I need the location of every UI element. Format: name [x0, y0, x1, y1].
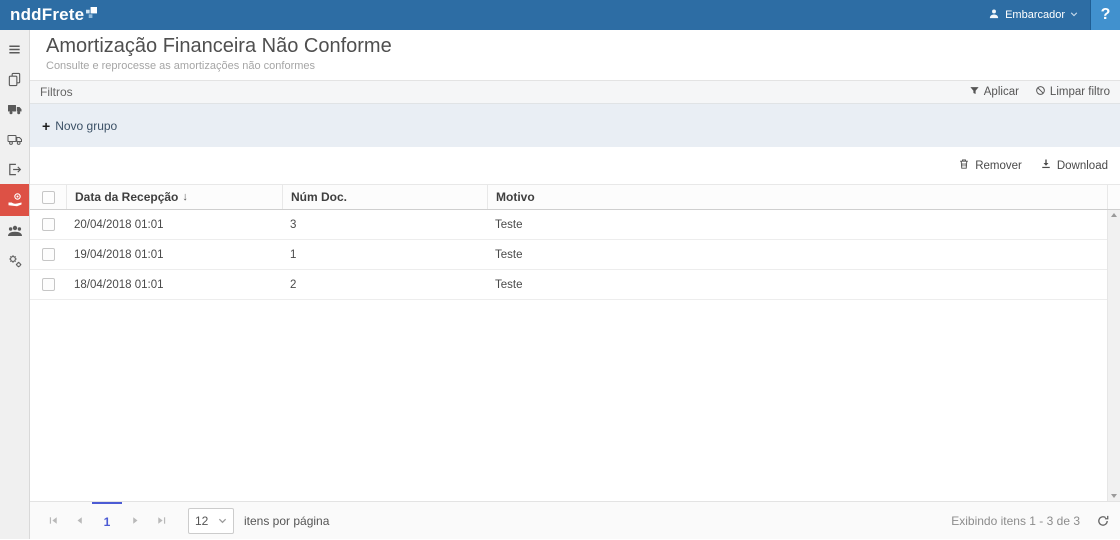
plus-icon: + — [42, 119, 50, 133]
row-checkbox[interactable] — [42, 278, 55, 291]
menu-icon — [7, 42, 22, 57]
column-header-num-doc[interactable]: Núm Doc. — [282, 185, 487, 209]
remove-button[interactable]: Remover — [958, 158, 1022, 173]
apply-filter-label: Aplicar — [984, 86, 1019, 98]
cell-num-doc: 2 — [282, 270, 487, 299]
sidebar-item-users[interactable] — [0, 216, 29, 246]
column-label: Núm Doc. — [291, 190, 347, 204]
refresh-button[interactable] — [1096, 514, 1110, 528]
sidebar-item-amortizacao[interactable] — [0, 184, 29, 216]
download-label: Download — [1057, 160, 1108, 172]
cell-data-recepcao: 19/04/2018 01:01 — [66, 240, 282, 269]
table-header-row: Data da Recepção ↓ Núm Doc. Motivo — [30, 184, 1120, 210]
filters-body: + Novo grupo — [30, 104, 1120, 147]
vertical-scrollbar[interactable] — [1107, 210, 1120, 501]
users-icon — [7, 223, 23, 239]
select-all-checkbox-cell — [30, 185, 66, 209]
page-header: Amortização Financeira Não Conforme Cons… — [30, 30, 1120, 80]
gears-icon — [7, 253, 23, 269]
user-menu-label: Embarcador — [1005, 9, 1065, 21]
sidebar-item-menu[interactable] — [0, 34, 29, 64]
sign-out-icon — [7, 162, 22, 177]
clear-filter-button[interactable]: Limpar filtro — [1035, 85, 1110, 99]
apply-filter-button[interactable]: Aplicar — [969, 85, 1019, 99]
chevron-down-icon — [218, 514, 227, 528]
trash-icon — [958, 158, 970, 173]
column-label: Data da Recepção — [75, 190, 178, 204]
clear-filter-label: Limpar filtro — [1050, 86, 1110, 98]
cell-motivo: Teste — [487, 270, 1107, 299]
sort-desc-icon: ↓ — [182, 191, 188, 203]
previous-page-button[interactable] — [66, 502, 92, 540]
column-header-data-recepcao[interactable]: Data da Recepção ↓ — [66, 185, 282, 209]
first-page-button[interactable] — [40, 502, 66, 540]
remove-label: Remover — [975, 160, 1022, 172]
select-all-checkbox[interactable] — [42, 191, 55, 204]
app-logo: nddFrete — [0, 2, 97, 28]
filters-header: Filtros Aplicar Limpar filtro — [30, 81, 1120, 104]
column-label: Motivo — [496, 190, 535, 204]
top-navbar: nddFrete Embarcador ? — [0, 0, 1120, 30]
items-per-page-label: itens por página — [244, 514, 329, 528]
app-logo-text: nddFrete — [10, 2, 84, 28]
next-page-button[interactable] — [122, 502, 148, 540]
page-size-value: 12 — [195, 514, 208, 528]
main-content: Amortização Financeira Não Conforme Cons… — [30, 30, 1120, 539]
sidebar-item-settings[interactable] — [0, 246, 29, 276]
row-checkbox[interactable] — [42, 248, 55, 261]
help-label: ? — [1101, 6, 1111, 24]
scroll-up-arrow-icon[interactable] — [1111, 213, 1117, 217]
scroll-down-arrow-icon[interactable] — [1111, 494, 1117, 498]
user-menu-button[interactable]: Embarcador — [976, 0, 1090, 30]
cell-data-recepcao: 20/04/2018 01:01 — [66, 210, 282, 239]
pager-status: Exibindo itens 1 - 3 de 3 — [951, 514, 1080, 528]
filters-panel: Filtros Aplicar Limpar filtro + Novo gru… — [30, 80, 1120, 147]
sidebar-item-export[interactable] — [0, 154, 29, 184]
cell-motivo: Teste — [487, 210, 1107, 239]
chevron-down-icon — [1070, 9, 1078, 21]
logo-cube-icon — [86, 5, 97, 23]
hand-coin-icon — [7, 192, 23, 208]
download-button[interactable]: Download — [1040, 158, 1108, 173]
user-icon — [988, 8, 1000, 23]
new-group-label: Novo grupo — [55, 119, 117, 133]
table-row[interactable]: 20/04/2018 01:01 3 Teste — [30, 210, 1120, 240]
cell-data-recepcao: 18/04/2018 01:01 — [66, 270, 282, 299]
sidebar-item-truck[interactable] — [0, 94, 29, 124]
slash-circle-icon — [1035, 85, 1046, 99]
sidebar-item-truck-secondary[interactable] — [0, 124, 29, 154]
cell-num-doc: 3 — [282, 210, 487, 239]
table-body: 20/04/2018 01:01 3 Teste 19/04/2018 01:0… — [30, 210, 1120, 501]
grid-toolbar: Remover Download — [30, 147, 1120, 184]
truck-filled-icon — [7, 101, 23, 117]
page-size-select[interactable]: 12 — [188, 508, 234, 534]
row-checkbox[interactable] — [42, 218, 55, 231]
page-number-1[interactable]: 1 — [92, 502, 122, 540]
page-subtitle: Consulte e reprocesse as amortizações nã… — [46, 60, 1104, 72]
cell-num-doc: 1 — [282, 240, 487, 269]
new-group-button[interactable]: + Novo grupo — [42, 119, 117, 133]
filters-title: Filtros — [40, 85, 73, 99]
left-sidebar — [0, 30, 30, 539]
documents-icon — [7, 72, 22, 87]
funnel-icon — [969, 85, 980, 99]
last-page-button[interactable] — [148, 502, 174, 540]
page-title: Amortização Financeira Não Conforme — [46, 35, 1104, 58]
header-scrollbar-filler — [1107, 185, 1120, 209]
table-row[interactable]: 18/04/2018 01:01 2 Teste — [30, 270, 1120, 300]
download-icon — [1040, 158, 1052, 173]
pager-bar: 1 12 itens por página Exibindo itens 1 -… — [30, 501, 1120, 539]
help-button[interactable]: ? — [1090, 0, 1120, 30]
column-header-motivo[interactable]: Motivo — [487, 185, 1107, 209]
cell-motivo: Teste — [487, 240, 1107, 269]
truck-outline-icon — [7, 131, 23, 147]
table-row[interactable]: 19/04/2018 01:01 1 Teste — [30, 240, 1120, 270]
sidebar-item-documents[interactable] — [0, 64, 29, 94]
